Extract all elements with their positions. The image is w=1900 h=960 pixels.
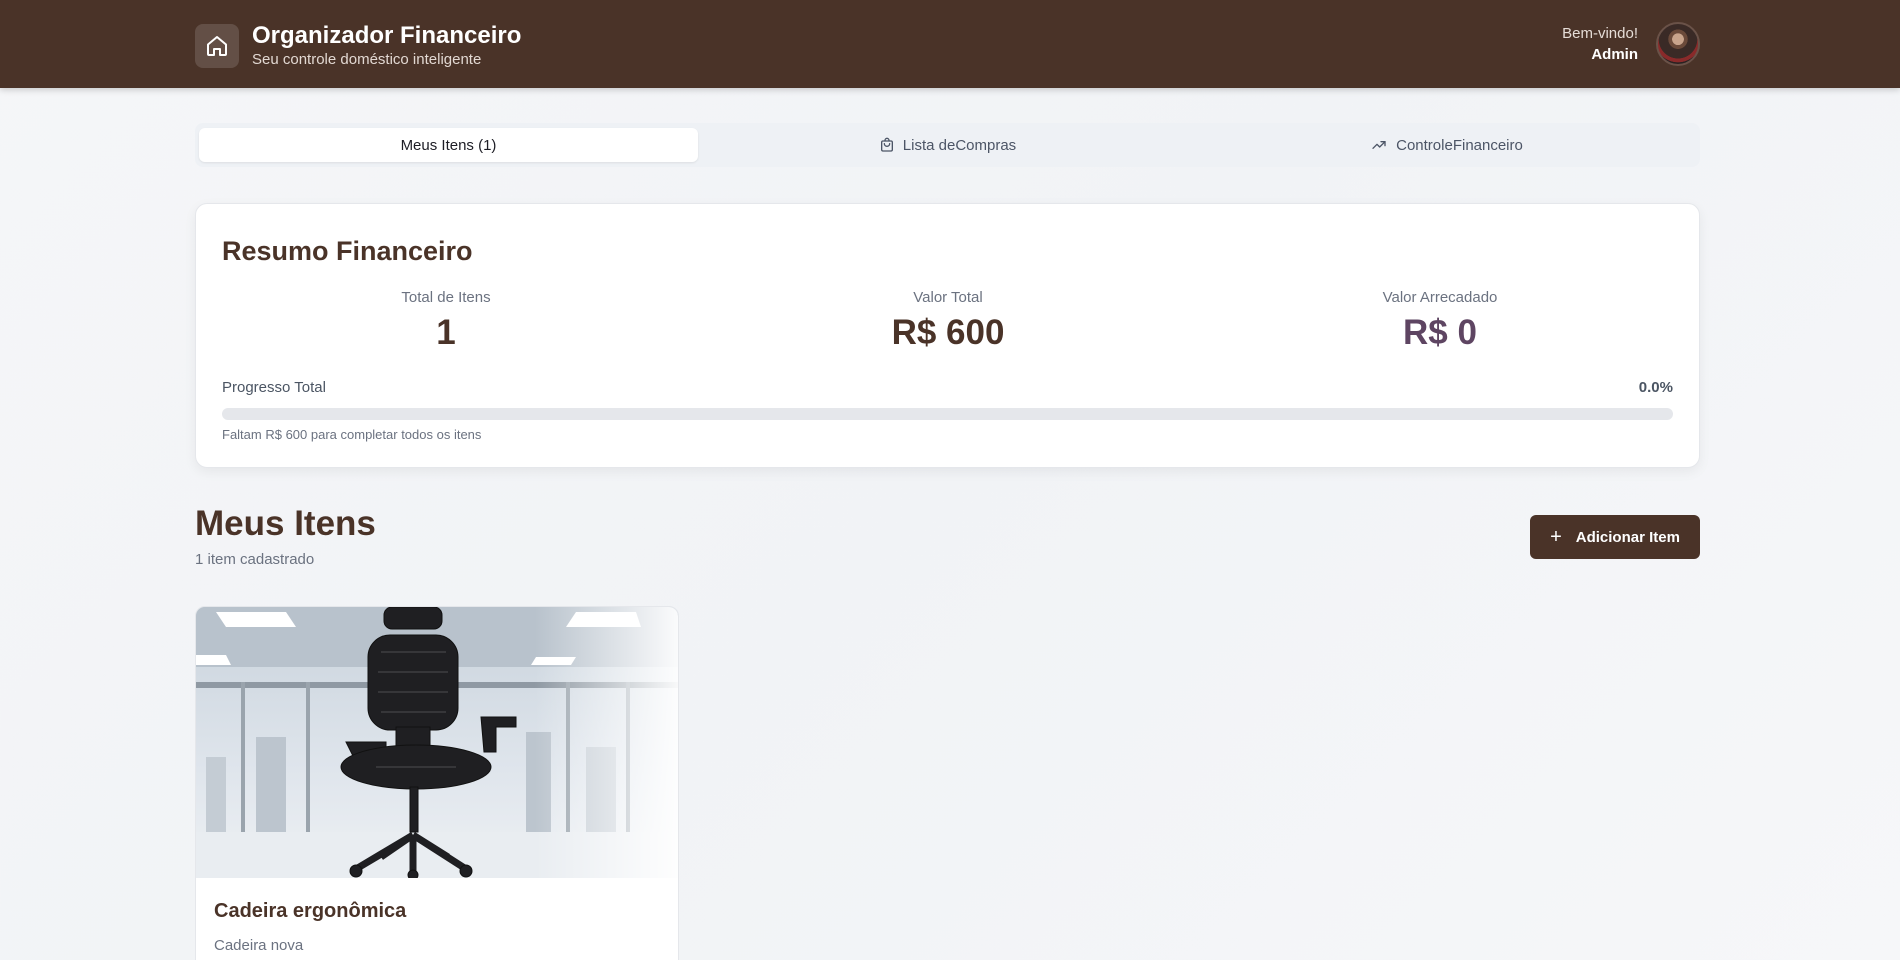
tab-label: Lista deCompras [902, 136, 1017, 154]
tab-label: ControleFinanceiro [1396, 136, 1523, 154]
user-menu[interactable]: Bem-vindo! Admin [1562, 22, 1700, 66]
summary-card: Resumo Financeiro Total de Itens 1 Valor… [195, 203, 1700, 468]
plus-icon: + [1550, 526, 1562, 548]
tab-lista-compras[interactable]: Lista deCompras [698, 128, 1197, 162]
user-name: Admin [1591, 46, 1638, 63]
add-item-button[interactable]: + Adicionar Item [1530, 515, 1700, 559]
progress-bar [222, 408, 1673, 420]
stat-collected-value: Valor Arrecadado R$ 0 [1200, 288, 1680, 356]
stat-value: R$ 0 [1403, 313, 1477, 352]
stat-label: Valor Arrecadado [1382, 289, 1498, 306]
office-chair-image [196, 607, 678, 878]
tab-bar: Meus Itens (1) Lista deCompras ControleF… [195, 123, 1700, 167]
shopping-bag-icon [880, 137, 893, 152]
stat-label: Total de Itens [401, 289, 491, 306]
stat-total-value: Valor Total R$ 600 [708, 288, 1188, 356]
app-header: Organizador Financeiro Seu controle domé… [0, 0, 1900, 88]
tab-meus-itens[interactable]: Meus Itens (1) [199, 128, 698, 162]
item-description: Cadeira nova [214, 937, 304, 954]
progress-label: Progresso Total [222, 379, 326, 396]
tab-label: Meus Itens (1) [400, 136, 497, 154]
item-name: Cadeira ergonômica [214, 900, 407, 922]
trending-up-icon [1372, 141, 1386, 149]
section-title: Meus Itens [195, 504, 376, 543]
home-icon [195, 24, 239, 68]
item-card[interactable]: Cadeira ergonômica Cadeira nova [195, 606, 679, 960]
stat-value: 1 [436, 313, 456, 352]
avatar[interactable] [1656, 22, 1700, 66]
progress-note: Faltam R$ 600 para completar todos os it… [222, 427, 482, 442]
brand[interactable]: Organizador Financeiro Seu controle domé… [195, 22, 521, 70]
add-item-label: Adicionar Item [1575, 528, 1680, 546]
stat-total-items: Total de Itens 1 [206, 288, 686, 356]
app-title: Organizador Financeiro [252, 22, 522, 49]
stat-label: Valor Total [913, 289, 983, 306]
section-subtitle: 1 item cadastrado [195, 551, 315, 568]
summary-title: Resumo Financeiro [222, 236, 473, 266]
progress-percent: 0.0% [1638, 379, 1673, 396]
stat-value: R$ 600 [891, 313, 1005, 352]
user-greeting: Bem-vindo! [1562, 25, 1638, 42]
item-image[interactable] [196, 607, 678, 878]
app-subtitle: Seu controle doméstico inteligente [252, 51, 482, 68]
tab-controle-financeiro[interactable]: ControleFinanceiro [1197, 128, 1696, 162]
